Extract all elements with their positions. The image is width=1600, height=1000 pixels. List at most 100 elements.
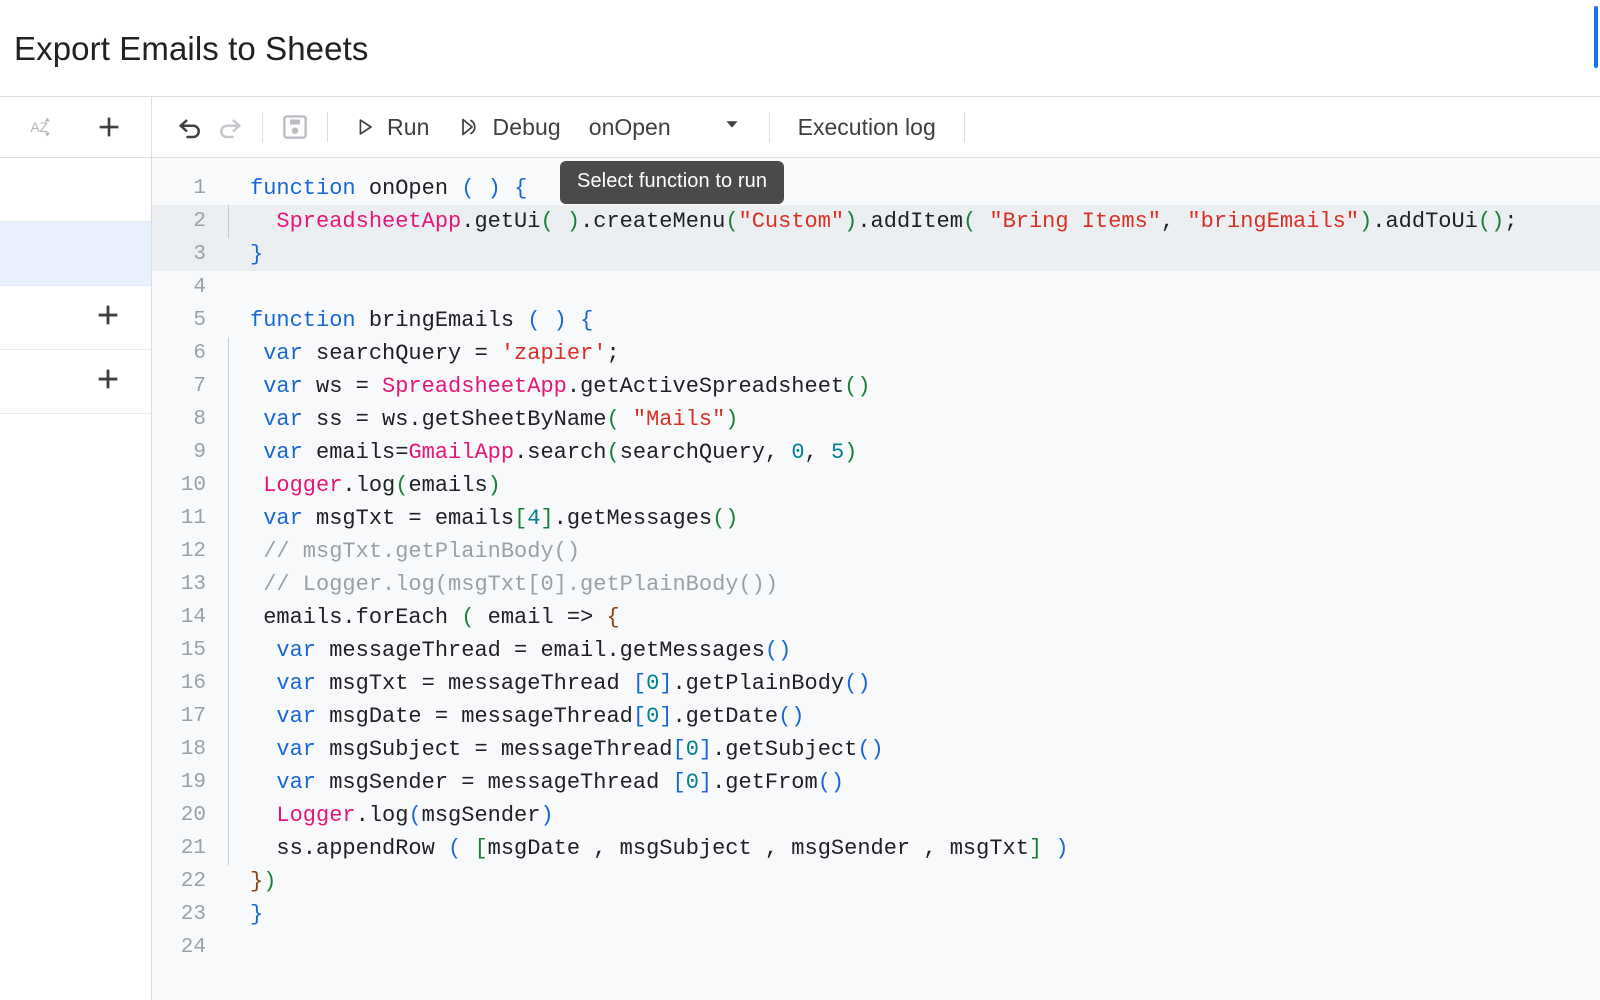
plus-icon[interactable] <box>93 364 123 399</box>
line-number: 17 <box>180 705 206 728</box>
code-line[interactable]: 20 Logger.log(msgSender) <box>152 799 1600 832</box>
line-number: 16 <box>180 672 206 695</box>
code-line[interactable]: 7 var ws = SpreadsheetApp.getActiveSprea… <box>152 370 1600 403</box>
indent-guide <box>220 865 250 898</box>
line-number: 19 <box>180 771 206 794</box>
debug-button[interactable]: Debug <box>444 106 575 148</box>
indent-guide <box>220 370 250 403</box>
add-file-icon[interactable] <box>89 107 129 147</box>
line-number: 5 <box>193 309 206 332</box>
line-number: 12 <box>180 540 206 563</box>
toolbar-divider-4 <box>963 112 965 142</box>
code-line-text: Logger.log(emails) <box>263 473 501 498</box>
execution-log-label: Execution log <box>797 113 936 140</box>
indent-guide <box>220 733 250 766</box>
code-line[interactable]: 3 } <box>152 238 1600 271</box>
code-line[interactable]: 14 emails.forEach ( email => { <box>152 601 1600 634</box>
code-line[interactable]: 8 var ss = ws.getSheetByName( "Mails") <box>152 403 1600 436</box>
code-line-text: var messageThread = email.getMessages() <box>276 638 792 663</box>
code-line[interactable]: 15 var messageThread = email.getMessages… <box>152 634 1600 667</box>
code-line-text: // Logger.log(msgTxt[0].getPlainBody()) <box>263 572 779 597</box>
code-line[interactable]: 9 var emails=GmailApp.search(searchQuery… <box>152 436 1600 469</box>
tooltip-select-function: Select function to run <box>560 161 785 204</box>
code-line-text: } <box>250 242 264 267</box>
body-area: 1 function onOpen ( ) { 2 SpreadsheetApp… <box>0 158 1600 1000</box>
code-line[interactable]: 23 } <box>152 898 1600 931</box>
code-line-text: SpreadsheetApp.getUi( ).createMenu("Cust… <box>276 209 1518 234</box>
indent-guide <box>220 766 250 799</box>
code-line-text: Logger.log(msgSender) <box>276 803 554 828</box>
code-line[interactable]: 2 SpreadsheetApp.getUi( ).createMenu("Cu… <box>152 205 1600 238</box>
indent-guide <box>220 601 250 634</box>
code-line[interactable]: 1 function onOpen ( ) { <box>152 172 1600 205</box>
sidebar-item-add-2[interactable] <box>0 350 151 414</box>
code-line[interactable]: 13 // Logger.log(msgTxt[0].getPlainBody(… <box>152 568 1600 601</box>
debug-button-label: Debug <box>492 113 561 140</box>
code-line-text: var msgSender = messageThread [0].getFro… <box>276 770 845 795</box>
function-selector[interactable]: onOpen <box>575 106 757 148</box>
indent-guide <box>220 205 250 238</box>
sidebar-item-active-file[interactable] <box>0 222 151 286</box>
indent-guide <box>220 535 250 568</box>
code-line[interactable]: 11 var msgTxt = emails[4].getMessages() <box>152 502 1600 535</box>
code-line[interactable]: 6 var searchQuery = 'zapier'; <box>152 337 1600 370</box>
line-number: 8 <box>193 408 206 431</box>
code-line[interactable]: 5 function bringEmails ( ) { <box>152 304 1600 337</box>
indent-guide <box>220 304 250 337</box>
code-line[interactable]: 12 // msgTxt.getPlainBody() <box>152 535 1600 568</box>
indent-guide <box>220 931 250 964</box>
toolbar: AZ Run Debug onOpen Execution log Select… <box>0 96 1600 204</box>
plus-icon[interactable] <box>93 300 123 335</box>
code-line-text: // msgTxt.getPlainBody() <box>263 539 581 564</box>
indent-guide <box>220 667 250 700</box>
code-line[interactable]: 24 <box>152 931 1600 964</box>
code-line[interactable]: 18 var msgSubject = messageThread[0].get… <box>152 733 1600 766</box>
code-line[interactable]: 10 Logger.log(emails) <box>152 469 1600 502</box>
sort-az-icon[interactable]: AZ <box>23 107 63 147</box>
redo-icon[interactable] <box>210 107 250 147</box>
line-number: 4 <box>193 276 206 299</box>
line-number: 20 <box>180 804 206 827</box>
code-editor[interactable]: 1 function onOpen ( ) { 2 SpreadsheetApp… <box>152 158 1600 1000</box>
chevron-down-icon <box>721 113 743 141</box>
line-number: 11 <box>180 507 206 530</box>
sidebar-filler <box>0 414 151 1000</box>
code-line-text: ss.appendRow ( [msgDate , msgSubject , m… <box>276 836 1069 861</box>
title-bar: Export Emails to Sheets <box>0 0 1600 96</box>
code-line-text: var emails=GmailApp.search(searchQuery, … <box>263 440 858 465</box>
indent-guide <box>220 832 250 865</box>
code-line[interactable]: 22 }) <box>152 865 1600 898</box>
code-line-text: var ws = SpreadsheetApp.getActiveSpreads… <box>263 374 871 399</box>
sidebar-item-add-1[interactable] <box>0 286 151 350</box>
execution-log-button[interactable]: Execution log <box>782 106 952 148</box>
line-number: 14 <box>180 606 206 629</box>
code-line-text: var msgSubject = messageThread[0].getSub… <box>276 737 884 762</box>
line-number: 21 <box>180 837 206 860</box>
code-line-text: var msgTxt = messageThread [0].getPlainB… <box>276 671 871 696</box>
line-number: 22 <box>180 870 206 893</box>
code-line-text: var msgDate = messageThread[0].getDate() <box>276 704 805 729</box>
toolbar-main-group: Run Debug onOpen Execution log <box>152 97 1600 157</box>
code-line-text: function onOpen ( ) { <box>250 176 528 201</box>
indent-guide <box>220 337 250 370</box>
indent-guide <box>220 502 250 535</box>
run-button-label: Run <box>387 113 430 140</box>
indent-guide <box>220 799 250 832</box>
indent-guide <box>220 238 250 271</box>
code-line[interactable]: 19 var msgSender = messageThread [0].get… <box>152 766 1600 799</box>
line-number: 3 <box>193 243 206 266</box>
run-button[interactable]: Run <box>340 106 444 148</box>
save-icon[interactable] <box>275 107 315 147</box>
code-line[interactable]: 21 ss.appendRow ( [msgDate , msgSubject … <box>152 832 1600 865</box>
undo-icon[interactable] <box>170 107 210 147</box>
indent-guide <box>220 634 250 667</box>
code-line[interactable]: 16 var msgTxt = messageThread [0].getPla… <box>152 667 1600 700</box>
debug-icon <box>461 118 476 136</box>
line-number: 1 <box>193 177 206 200</box>
code-line[interactable]: 17 var msgDate = messageThread[0].getDat… <box>152 700 1600 733</box>
code-line[interactable]: 4 <box>152 271 1600 304</box>
code-line-text: var msgTxt = emails[4].getMessages() <box>263 506 739 531</box>
play-icon <box>359 119 372 135</box>
indent-guide <box>220 403 250 436</box>
